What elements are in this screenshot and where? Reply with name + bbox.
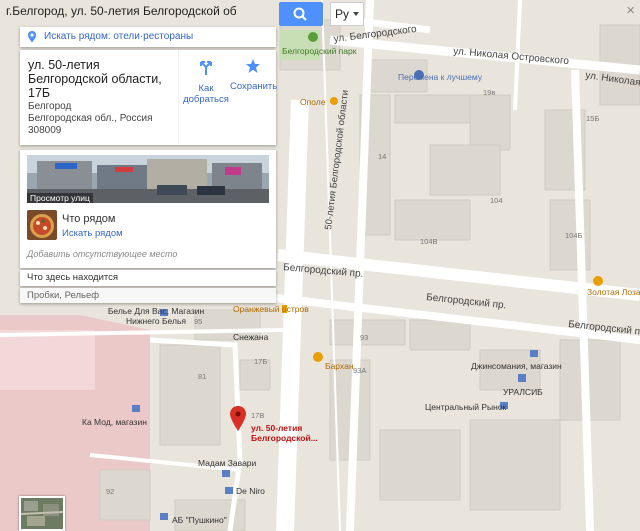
location-marker-icon — [28, 31, 36, 43]
num-93: 93 — [360, 333, 369, 342]
language-selector[interactable]: Ру — [330, 2, 364, 26]
add-missing-place-link[interactable]: Добавить отсутствующее место — [27, 249, 177, 259]
num-17v: 17В — [251, 411, 265, 420]
chevron-down-icon — [353, 12, 359, 16]
num-81: 81 — [198, 372, 207, 381]
opole-icon[interactable] — [330, 97, 338, 105]
traffic-terrain-link[interactable]: Пробки, Рельеф — [27, 290, 99, 301]
search-nearby-link[interactable]: Искать рядом: отели·рестораны — [44, 31, 193, 42]
nearby-title: Что рядом — [62, 213, 116, 225]
pushkino-icon[interactable] — [160, 513, 168, 520]
num-14: 14 — [378, 152, 387, 161]
pizza-icon — [27, 210, 57, 240]
poi-zolotaya[interactable]: Золотая Лоза, Бе — [587, 287, 640, 297]
satellite-toggle[interactable] — [19, 496, 65, 531]
place-postcode: 308009 — [28, 125, 62, 136]
directions-icon — [200, 61, 212, 75]
poi-madam[interactable]: Мадам Завари — [198, 458, 256, 468]
place-address: Белгород Белгородская обл., Россия 30800… — [28, 101, 153, 137]
park-icon[interactable] — [308, 32, 318, 42]
nearby-food-image[interactable] — [27, 210, 57, 240]
poi-snezhana[interactable]: Снежана — [233, 332, 268, 342]
nearby-panel: Искать рядом: отели·рестораны — [20, 27, 276, 47]
num-104v: 104В — [420, 237, 438, 246]
zolotaya-icon[interactable] — [593, 276, 603, 286]
search-icon — [293, 7, 307, 21]
whats-here-panel[interactable]: Что здесь находится — [20, 270, 276, 286]
uralsib-icon[interactable] — [518, 374, 526, 382]
streetview-caption: Просмотр улиц — [27, 193, 93, 203]
search-input[interactable]: г.Белгород, ул. 50-летия Белгородской об… — [6, 4, 236, 18]
streetview-panel: Просмотр улиц Что рядом Искать рядом Доб… — [20, 150, 276, 268]
place-card: ул. 50-летия Белгородской области, 17Б Б… — [20, 50, 278, 145]
dzhinsomania-icon[interactable] — [530, 350, 538, 357]
place-region: Белгородская обл., Россия — [28, 113, 153, 124]
search-button[interactable] — [279, 2, 323, 26]
traffic-panel[interactable]: Пробки, Рельеф — [20, 288, 276, 303]
kamod-icon[interactable] — [132, 405, 140, 412]
barhan-icon[interactable] — [313, 352, 323, 362]
poi-kamod[interactable]: Ка Мод, магазин — [82, 417, 147, 427]
streetview-thumbnail[interactable]: Просмотр улиц — [27, 155, 269, 203]
star-icon — [246, 59, 260, 73]
deniro-icon[interactable] — [225, 487, 233, 494]
directions-label: Как добраться — [183, 83, 229, 105]
poi-park[interactable]: Белгородский парк — [282, 46, 356, 56]
num-104b: 104Б — [565, 231, 583, 240]
place-title: ул. 50-летия Белгородской области, 17Б — [28, 58, 162, 100]
num-93a: 93А — [353, 366, 367, 375]
madam-icon[interactable] — [222, 470, 230, 477]
poi-central-market[interactable]: Центральный Рынок — [425, 402, 506, 412]
clear-search-icon[interactable]: × — [626, 2, 635, 20]
satellite-thumbnail — [21, 498, 63, 529]
save-button[interactable]: Сохранить — [230, 50, 278, 145]
poi-barhan[interactable]: Бархан — [325, 361, 354, 371]
num-17b: 17Б — [254, 357, 268, 366]
language-label: Ру — [335, 7, 350, 21]
num-19b: 19в — [483, 88, 496, 97]
poi-pushkino[interactable]: АБ "Пушкино" — [172, 515, 227, 525]
card-divider — [178, 50, 179, 145]
pin-label[interactable]: ул. 50-летия Белгородской... — [251, 423, 318, 443]
num-95: 95 — [194, 317, 203, 326]
directions-button[interactable]: Как добраться — [183, 50, 229, 145]
poi-dzhinsomania[interactable]: Джинсомания, магазин — [471, 361, 562, 371]
whats-here-link[interactable]: Что здесь находится — [27, 272, 118, 283]
num-104: 104 — [490, 196, 503, 205]
save-label: Сохранить — [230, 81, 278, 92]
poi-peremena[interactable]: Перемена к лучшему — [398, 72, 482, 82]
num-92: 92 — [106, 487, 115, 496]
poi-uralsib[interactable]: УРАЛСИБ — [503, 387, 543, 397]
place-city: Белгород — [28, 101, 72, 112]
poi-orange[interactable]: Оранжевый остров — [233, 304, 309, 314]
num-15b: 15Б — [586, 114, 600, 123]
poi-deniro[interactable]: De Niro — [236, 486, 265, 496]
poi-opole[interactable]: Ополе — [300, 97, 325, 107]
nearby-search-link[interactable]: Искать рядом — [62, 228, 123, 239]
